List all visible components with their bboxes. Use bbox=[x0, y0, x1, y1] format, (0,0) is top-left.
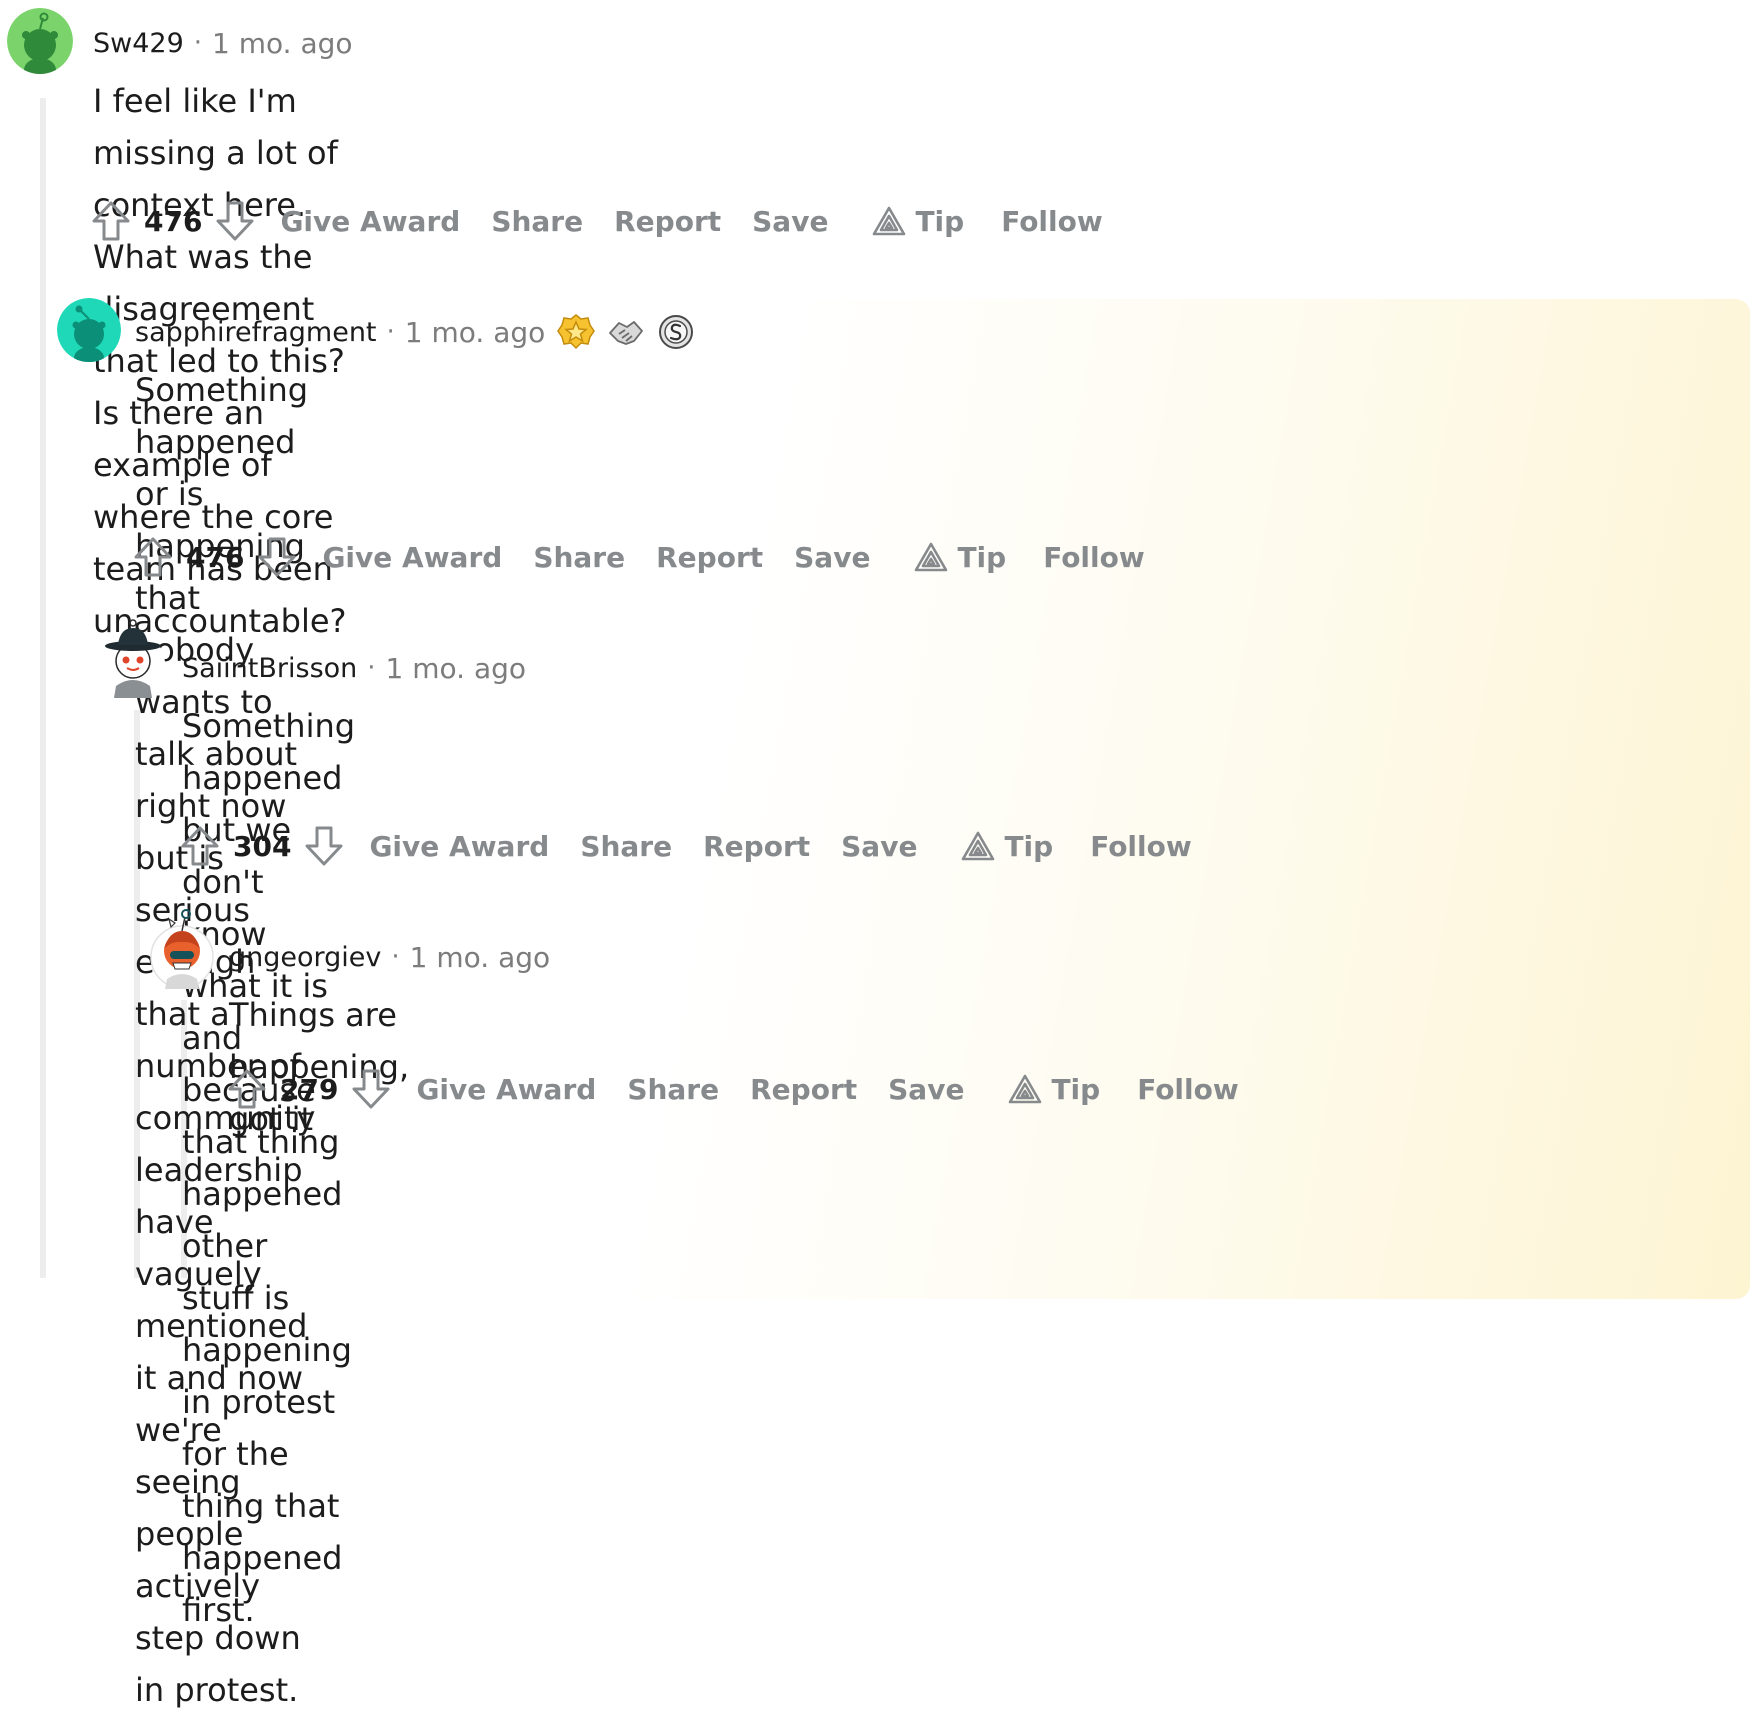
avatar[interactable] bbox=[7, 8, 73, 74]
comment-actions: 476 Give Award Share Report Save Tip Fol… bbox=[130, 533, 1176, 581]
upvote-arrow-icon bbox=[181, 826, 219, 866]
snoo-avatar-icon bbox=[57, 298, 121, 362]
downvote-arrow-icon bbox=[352, 1069, 390, 1109]
meta-separator: · bbox=[391, 942, 400, 972]
tip-triangle-icon bbox=[915, 542, 948, 572]
tip-button[interactable]: Tip bbox=[871, 205, 964, 238]
follow-button[interactable]: Follow bbox=[1137, 1073, 1239, 1106]
upvote-arrow-icon bbox=[92, 201, 130, 241]
author-name[interactable]: sapphirefragment bbox=[135, 317, 377, 348]
comment-actions: 476 Give Award Share Report Save Tip Fol… bbox=[88, 197, 1134, 245]
give-award-button[interactable]: Give Award bbox=[416, 1073, 596, 1106]
award-list[interactable] bbox=[557, 313, 695, 351]
tip-triangle-icon bbox=[962, 831, 995, 861]
follow-button[interactable]: Follow bbox=[1043, 541, 1145, 574]
avatar[interactable] bbox=[149, 905, 215, 989]
tip-label: Tip bbox=[957, 540, 1007, 574]
meta-separator: · bbox=[386, 317, 395, 347]
follow-button[interactable]: Follow bbox=[1001, 205, 1103, 238]
report-button[interactable]: Report bbox=[614, 205, 721, 238]
timestamp[interactable]: 1 mo. ago bbox=[212, 27, 353, 60]
share-button[interactable]: Share bbox=[491, 205, 583, 238]
author-name[interactable]: gngeorgiev bbox=[229, 942, 381, 973]
tip-label: Tip bbox=[915, 204, 965, 238]
vote-score: 476 bbox=[144, 204, 203, 238]
vote-score: 304 bbox=[233, 829, 292, 863]
downvote-arrow-icon bbox=[216, 201, 254, 241]
downvote-button[interactable] bbox=[212, 197, 258, 245]
follow-button[interactable]: Follow bbox=[1090, 830, 1192, 863]
upvote-button[interactable] bbox=[130, 533, 176, 581]
vote-score: 476 bbox=[186, 540, 245, 574]
report-button[interactable]: Report bbox=[703, 830, 810, 863]
snoo-avatar-icon bbox=[7, 8, 73, 74]
snoo-with-hat-avatar-icon bbox=[101, 619, 165, 698]
save-button[interactable]: Save bbox=[794, 541, 870, 574]
comment-actions: 304 Give Award Share Report Save Tip Fol… bbox=[177, 822, 1223, 870]
upvote-button[interactable] bbox=[88, 197, 134, 245]
tip-label: Tip bbox=[1004, 829, 1054, 863]
timestamp[interactable]: 1 mo. ago bbox=[405, 316, 546, 349]
tip-button[interactable]: Tip bbox=[1007, 1073, 1100, 1106]
comment-actions: 279 Give Award Share Report Save Tip Fol… bbox=[224, 1065, 1270, 1113]
upvote-arrow-icon bbox=[134, 537, 172, 577]
handshake-award-icon[interactable] bbox=[607, 313, 645, 351]
share-button[interactable]: Share bbox=[627, 1073, 719, 1106]
silver-award-icon[interactable] bbox=[657, 313, 695, 351]
tip-button[interactable]: Tip bbox=[960, 830, 1053, 863]
gold-star-award-icon[interactable] bbox=[557, 313, 596, 351]
give-award-button[interactable]: Give Award bbox=[280, 205, 460, 238]
upvote-arrow-icon bbox=[228, 1069, 266, 1109]
give-award-button[interactable]: Give Award bbox=[369, 830, 549, 863]
timestamp[interactable]: 1 mo. ago bbox=[386, 652, 527, 685]
timestamp[interactable]: 1 mo. ago bbox=[410, 941, 551, 974]
meta-separator: · bbox=[193, 28, 203, 58]
comment-line: stuff is happening in protest for the th… bbox=[182, 1279, 352, 1629]
tip-triangle-icon bbox=[1009, 1074, 1042, 1104]
report-button[interactable]: Report bbox=[750, 1073, 857, 1106]
downvote-button[interactable] bbox=[348, 1065, 394, 1113]
avatar[interactable] bbox=[98, 614, 168, 698]
downvote-button[interactable] bbox=[301, 822, 347, 870]
save-button[interactable]: Save bbox=[841, 830, 917, 863]
tip-label: Tip bbox=[1051, 1072, 1101, 1106]
thread-line-level-1[interactable] bbox=[40, 98, 46, 1278]
downvote-arrow-icon bbox=[258, 537, 296, 577]
share-button[interactable]: Share bbox=[580, 830, 672, 863]
report-button[interactable]: Report bbox=[656, 541, 763, 574]
tip-triangle-icon bbox=[873, 206, 906, 236]
upvote-button[interactable] bbox=[177, 822, 223, 870]
share-button[interactable]: Share bbox=[533, 541, 625, 574]
author-name[interactable]: Sw429 bbox=[93, 28, 184, 59]
downvote-button[interactable] bbox=[254, 533, 300, 581]
save-button[interactable]: Save bbox=[888, 1073, 964, 1106]
author-name[interactable]: SaiintBrisson bbox=[182, 653, 357, 684]
give-award-button[interactable]: Give Award bbox=[322, 541, 502, 574]
tip-button[interactable]: Tip bbox=[913, 541, 1006, 574]
avatar[interactable] bbox=[57, 298, 121, 362]
upvote-button[interactable] bbox=[224, 1065, 270, 1113]
meta-separator: · bbox=[367, 653, 376, 683]
downvote-arrow-icon bbox=[305, 826, 343, 866]
vote-score: 279 bbox=[280, 1072, 339, 1106]
snoo-with-orange-hair-avatar-icon bbox=[150, 909, 214, 989]
save-button[interactable]: Save bbox=[752, 205, 828, 238]
